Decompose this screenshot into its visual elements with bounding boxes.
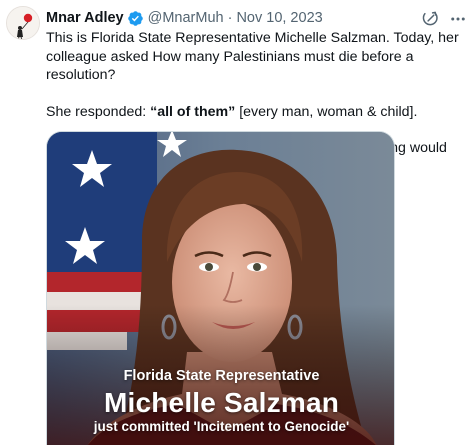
tweet-media-image[interactable]: Florida State Representative Michelle Sa… [46,131,395,445]
more-icon[interactable] [449,10,467,28]
quoted-response: “all of them” [150,103,236,120]
tweet-paragraph-2: She responded: “all of them” [every man,… [46,103,466,122]
separator-dot: · [227,10,233,26]
caption-line-1: Florida State Representative [123,368,320,384]
caption-line-2: Michelle Salzman [103,387,340,418]
caption-line-3: just committed 'Incitement to Genocide' [93,419,350,434]
paragraph-2-prefix: She responded: [46,103,151,120]
verified-badge-icon [127,10,143,26]
tweet-paragraph-1: This is Florida State Representative Mic… [46,30,459,83]
tweet-header: Mnar Adley @MnarMuh · Nov 10, 2023 [46,8,323,28]
post-date[interactable]: Nov 10, 2023 [236,10,322,26]
avatar-graphic [7,7,39,39]
avatar[interactable] [6,6,40,40]
tweet[interactable]: Mnar Adley @MnarMuh · Nov 10, 2023 This … [0,0,474,445]
paragraph-2-suffix: [every man, woman & child]. [235,103,418,120]
author-name[interactable]: Mnar Adley [46,10,124,26]
grok-icon[interactable] [421,9,439,27]
author-handle[interactable]: @MnarMuh [148,10,224,26]
